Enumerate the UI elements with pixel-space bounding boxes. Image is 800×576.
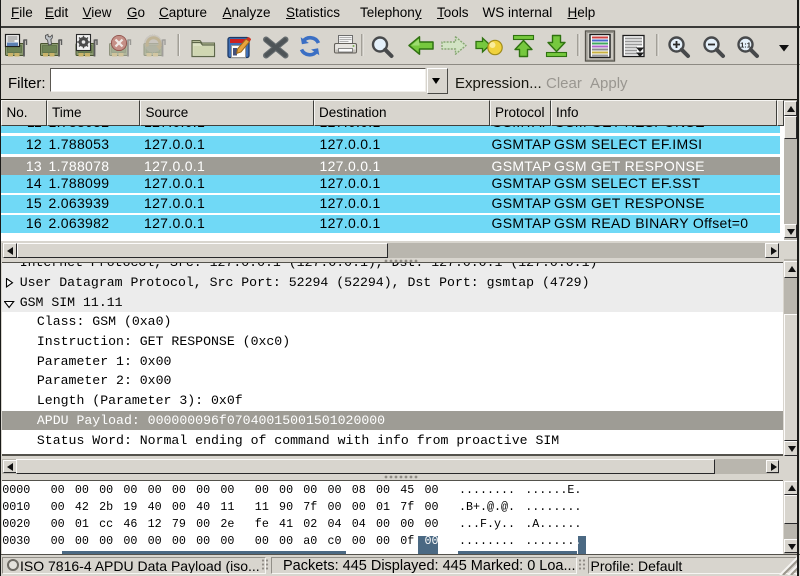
svg-text:1:1: 1:1 — [740, 40, 751, 49]
